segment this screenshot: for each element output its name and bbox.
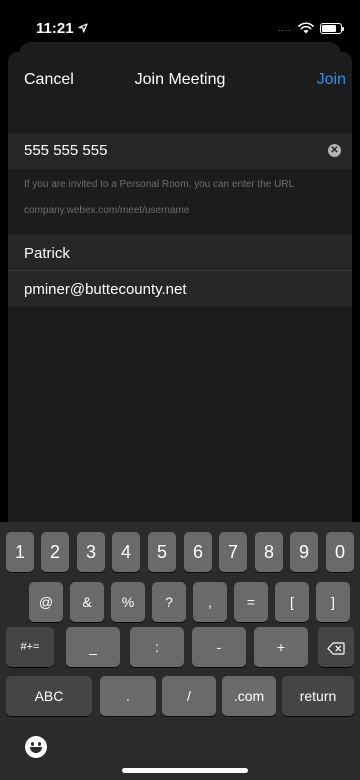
battery-level: [322, 24, 336, 32]
key-8[interactable]: 8: [255, 532, 283, 572]
key-period[interactable]: .: [100, 676, 156, 716]
wifi-icon: [298, 22, 314, 34]
key-3[interactable]: 3: [77, 532, 105, 572]
abc-key[interactable]: ABC: [6, 676, 92, 716]
key-percent[interactable]: %: [111, 582, 145, 622]
symbols-toggle-key[interactable]: #+=: [6, 627, 54, 667]
delete-icon: [327, 642, 345, 655]
key-1[interactable]: 1: [6, 532, 34, 572]
key-plus[interactable]: +: [254, 627, 308, 667]
key-right-bracket[interactable]: ]: [316, 582, 350, 622]
signal-indicator: ....: [277, 23, 292, 33]
page-title: Join Meeting: [134, 71, 226, 88]
emoji-icon[interactable]: [25, 736, 47, 758]
location-arrow-icon: [78, 23, 88, 33]
key-underscore[interactable]: _: [66, 627, 120, 667]
key-slash[interactable]: /: [162, 676, 216, 716]
home-indicator[interactable]: [122, 768, 248, 773]
status-time-text: 11:21: [36, 20, 74, 37]
key-6[interactable]: 6: [184, 532, 212, 572]
join-button[interactable]: Join: [317, 71, 346, 89]
key-4[interactable]: 4: [112, 532, 140, 572]
key-5[interactable]: 5: [148, 532, 176, 572]
key-9[interactable]: 9: [290, 532, 318, 572]
key-hyphen[interactable]: -: [192, 627, 246, 667]
status-time: 11:21: [36, 20, 88, 37]
email-input[interactable]: pminer@buttecounty.net: [24, 281, 187, 298]
personal-room-url-hint: company.webex.com/meet/username: [24, 205, 190, 216]
return-key[interactable]: return: [282, 676, 354, 716]
meeting-number-input[interactable]: 555 555 555: [24, 142, 107, 159]
status-indicators: ....: [277, 22, 344, 34]
key-colon[interactable]: :: [130, 627, 184, 667]
key-dotcom[interactable]: .com: [222, 676, 276, 716]
personal-room-hint: If you are invited to a Personal Room, y…: [24, 179, 295, 190]
key-at[interactable]: @: [29, 582, 63, 622]
name-input[interactable]: Patrick: [24, 245, 70, 262]
clear-icon[interactable]: ✕: [328, 144, 341, 157]
keyboard: 1 2 3 4 5 6 7 8 9 0 @ & % ? , = [ ] #+= …: [0, 522, 360, 780]
battery-icon: [320, 22, 344, 34]
key-0[interactable]: 0: [326, 532, 354, 572]
key-ampersand[interactable]: &: [70, 582, 104, 622]
key-7[interactable]: 7: [219, 532, 247, 572]
key-equals[interactable]: =: [234, 582, 268, 622]
key-left-bracket[interactable]: [: [275, 582, 309, 622]
delete-key[interactable]: [318, 627, 354, 667]
key-question[interactable]: ?: [152, 582, 186, 622]
key-comma[interactable]: ,: [193, 582, 227, 622]
key-2[interactable]: 2: [41, 532, 69, 572]
